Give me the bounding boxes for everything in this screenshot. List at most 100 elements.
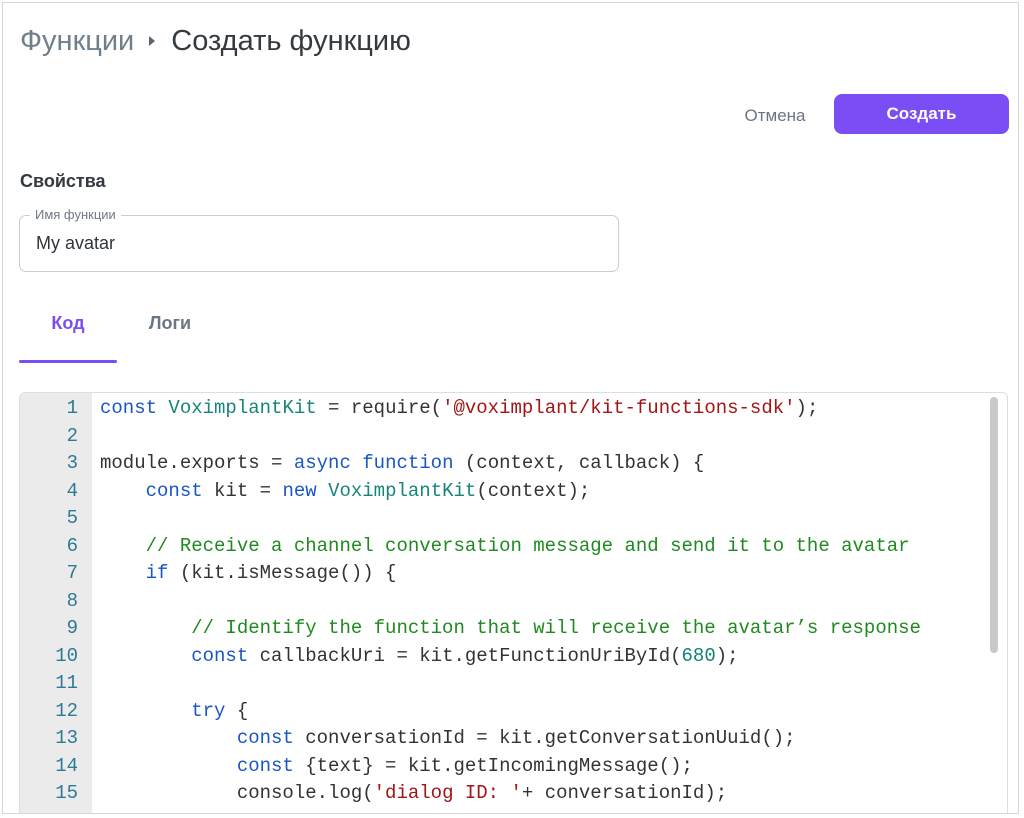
code-token: const bbox=[145, 479, 203, 502]
breadcrumb-separator-icon bbox=[149, 36, 156, 46]
code-line: 6 // Receive a channel conversation mess… bbox=[20, 533, 1007, 561]
code-text: const kit = new VoximplantKit(context); bbox=[100, 478, 591, 506]
code-token: function bbox=[362, 452, 454, 474]
line-number: 8 bbox=[66, 589, 78, 612]
line-number: 10 bbox=[55, 644, 78, 667]
cancel-button[interactable]: Отмена bbox=[725, 97, 825, 135]
code-token: VoximplantKit bbox=[328, 479, 477, 502]
line-number: 1 bbox=[66, 397, 78, 419]
line-number: 4 bbox=[66, 479, 78, 502]
code-text: // Receive a channel conversation messag… bbox=[100, 533, 910, 561]
code-text: const VoximplantKit = require('@voximpla… bbox=[100, 395, 818, 423]
code-token: (context, callback) { bbox=[453, 452, 705, 474]
code-token: VoximplantKit bbox=[168, 397, 317, 419]
code-line: 8 bbox=[20, 588, 1007, 616]
code-token: 'dialog ID: ' bbox=[373, 782, 522, 804]
line-number: 13 bbox=[55, 727, 78, 749]
line-number: 3 bbox=[66, 452, 78, 474]
code-lines: 1 const VoximplantKit = require('@voximpl… bbox=[20, 395, 1007, 814]
properties-section-title: Свойства bbox=[20, 171, 106, 191]
code-token: const bbox=[236, 754, 294, 777]
code-token: '@voximplant/kit-functions-sdk' bbox=[442, 397, 796, 419]
code-token: try bbox=[191, 699, 226, 722]
code-text: const conversationId = kit.getConversati… bbox=[100, 725, 796, 753]
code-text: // Identify the function that will recei… bbox=[100, 615, 921, 643]
code-token: console.log( bbox=[100, 782, 374, 804]
tab-code[interactable]: Код bbox=[19, 311, 117, 363]
code-line: 15 console.log('dialog ID: '+ conversati… bbox=[20, 780, 1007, 808]
code-line: 10 const callbackUri = kit.getFunctionUr… bbox=[20, 643, 1007, 671]
line-number: 14 bbox=[55, 754, 78, 777]
code-text: module.exports = async function (context… bbox=[100, 450, 704, 478]
create-button[interactable]: Создать bbox=[834, 94, 1009, 134]
code-token: // Identify the function that will recei… bbox=[191, 617, 921, 639]
code-line: 16 bbox=[20, 808, 1007, 814]
code-token: (context); bbox=[476, 479, 591, 502]
code-token: conversationId = kit.getConversationUuid… bbox=[293, 727, 796, 749]
function-editor-window: Функции Создать функцию Отмена Создать С… bbox=[2, 2, 1019, 814]
code-token: // Receive a channel conversation messag… bbox=[145, 534, 910, 557]
code-line: 4 const kit = new VoximplantKit(context)… bbox=[20, 478, 1007, 506]
code-token: if bbox=[145, 562, 169, 584]
line-number: 12 bbox=[55, 699, 78, 722]
code-text: const callbackUri = kit.getFunctionUriBy… bbox=[100, 643, 739, 671]
code-token: ); bbox=[795, 397, 819, 419]
page-title: Создать функцию bbox=[171, 24, 411, 57]
code-token: + conversationId); bbox=[521, 782, 728, 804]
code-token: 680 bbox=[681, 644, 716, 667]
code-line: 3 module.exports = async function (contex… bbox=[20, 450, 1007, 478]
code-token: {text} = kit.getIncomingMessage(); bbox=[293, 754, 693, 777]
line-number: 16 bbox=[20, 808, 78, 814]
code-token: callbackUri = kit.getFunctionUriById( bbox=[248, 644, 682, 667]
editor-scrollbar[interactable] bbox=[990, 397, 998, 653]
function-name-label: Имя функции bbox=[30, 207, 121, 223]
line-number: 11 bbox=[55, 672, 78, 694]
code-token: const bbox=[191, 644, 249, 667]
code-token: ); bbox=[715, 644, 739, 667]
code-line: 12 try { bbox=[20, 698, 1007, 726]
code-line: 11 bbox=[20, 670, 1007, 698]
code-text: if (kit.isMessage()) { bbox=[100, 560, 397, 588]
line-number: 2 bbox=[66, 424, 78, 447]
line-number: 5 bbox=[66, 507, 78, 529]
code-token: module.exports = bbox=[100, 452, 294, 474]
code-editor[interactable]: 1 const VoximplantKit = require('@voximpl… bbox=[19, 392, 1008, 814]
breadcrumb: Функции Создать функцию bbox=[20, 21, 411, 61]
code-token: kit = bbox=[202, 479, 283, 502]
breadcrumb-functions-link[interactable]: Функции bbox=[20, 25, 134, 58]
code-token: async bbox=[293, 452, 351, 474]
code-text: const {text} = kit.getIncomingMessage(); bbox=[100, 753, 693, 781]
function-name-input[interactable] bbox=[36, 230, 596, 256]
code-token: const bbox=[100, 397, 158, 419]
line-number: 9 bbox=[66, 617, 78, 639]
code-token: (kit.isMessage()) { bbox=[168, 562, 397, 584]
code-token: { bbox=[225, 699, 249, 722]
line-number: 7 bbox=[66, 562, 78, 584]
line-number: 15 bbox=[55, 782, 78, 804]
code-token: new bbox=[282, 479, 317, 502]
code-line: 9 // Identify the function that will rec… bbox=[20, 615, 1007, 643]
tab-logs[interactable]: Логи bbox=[121, 311, 219, 361]
function-name-field: Имя функции bbox=[19, 207, 619, 272]
code-line: 2 bbox=[20, 423, 1007, 451]
line-number: 6 bbox=[66, 534, 78, 557]
code-line: 5 bbox=[20, 505, 1007, 533]
code-token: = require( bbox=[316, 397, 443, 419]
code-text: console.log('dialog ID: '+ conversationI… bbox=[100, 780, 727, 808]
code-line: 13 const conversationId = kit.getConvers… bbox=[20, 725, 1007, 753]
code-text: try { bbox=[100, 698, 248, 726]
code-line: 14 const {text} = kit.getIncomingMessage… bbox=[20, 753, 1007, 781]
code-token: const bbox=[236, 727, 294, 749]
code-line: 7 if (kit.isMessage()) { bbox=[20, 560, 1007, 588]
code-line: 1 const VoximplantKit = require('@voximpl… bbox=[20, 395, 1007, 423]
